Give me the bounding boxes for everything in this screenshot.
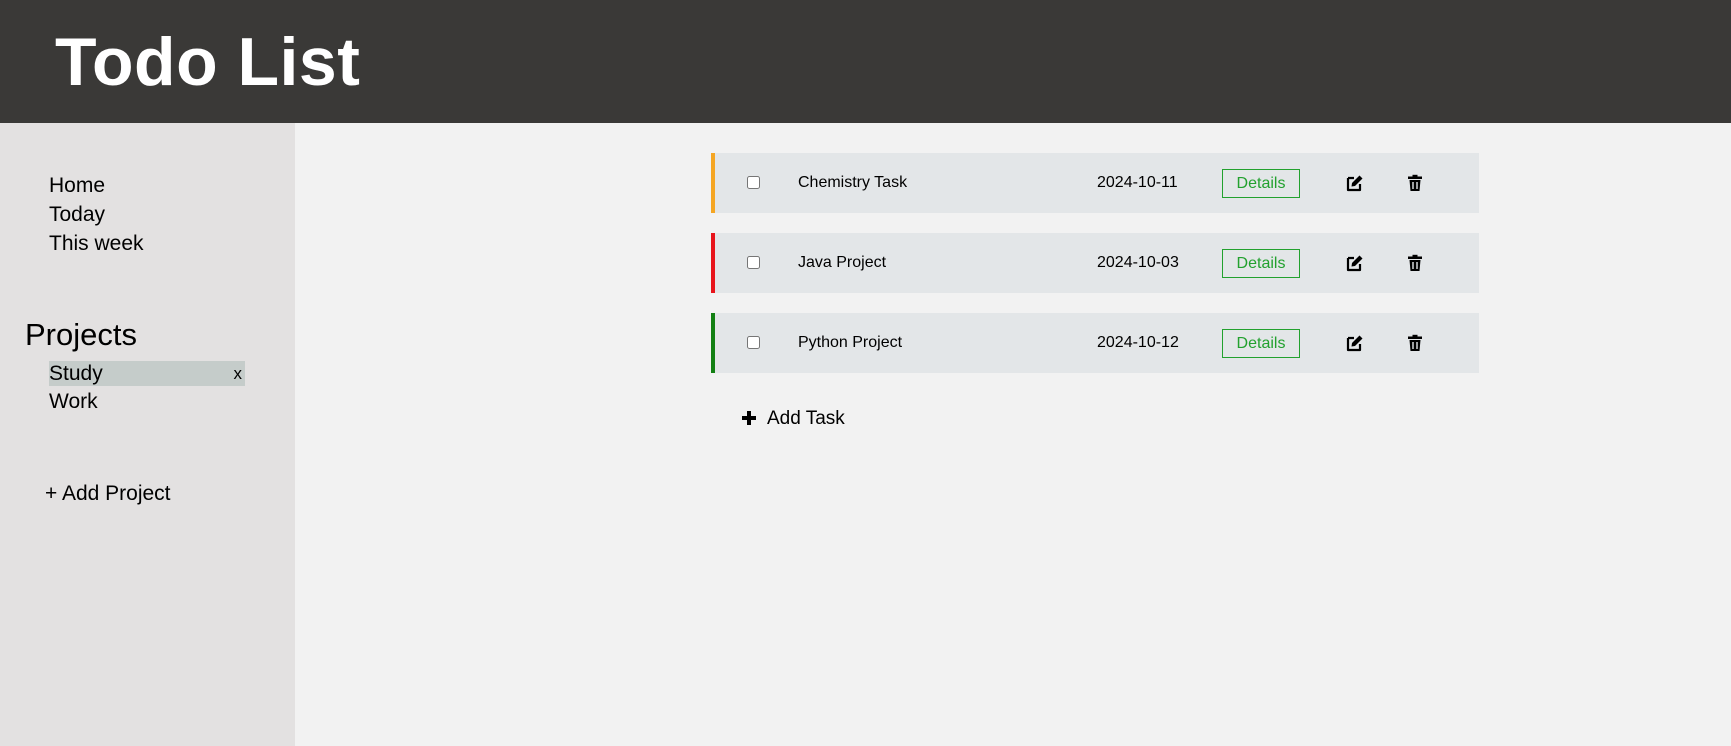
delete-project-button[interactable]: x (234, 361, 243, 386)
app-title: Todo List (55, 24, 361, 100)
nav-item-home[interactable]: Home (49, 173, 105, 199)
task-row: Chemistry Task 2024-10-11 Details (711, 153, 1479, 213)
task-row: Java Project 2024-10-03 Details (711, 233, 1479, 293)
edit-icon[interactable] (1345, 173, 1365, 193)
task-name: Chemistry Task (798, 174, 908, 191)
project-item-work[interactable]: Work (49, 389, 245, 414)
task-area: Chemistry Task 2024-10-11 Details Java P… (295, 123, 1731, 746)
edit-icon[interactable] (1345, 333, 1365, 353)
projects-heading: Projects (25, 317, 137, 352)
plus-icon (742, 411, 756, 425)
trash-icon[interactable] (1405, 173, 1425, 193)
edit-icon[interactable] (1345, 253, 1365, 273)
add-task-label: Add Task (767, 408, 845, 429)
project-item-label: Work (49, 390, 98, 413)
task-checkbox[interactable] (747, 336, 760, 349)
nav-item-today[interactable]: Today (49, 202, 105, 228)
task-date: 2024-10-11 (1097, 174, 1178, 191)
project-item-label: Study (49, 362, 103, 385)
details-button[interactable]: Details (1222, 169, 1300, 198)
details-button[interactable]: Details (1222, 249, 1300, 278)
task-date: 2024-10-03 (1097, 254, 1179, 271)
add-project-button[interactable]: + Add Project (45, 481, 171, 507)
task-checkbox[interactable] (747, 256, 760, 269)
trash-icon[interactable] (1405, 333, 1425, 353)
task-checkbox[interactable] (747, 176, 760, 189)
task-name: Python Project (798, 334, 903, 351)
nav-item-this-week[interactable]: This week (49, 231, 144, 257)
header: Todo List (0, 0, 1731, 123)
project-item-study[interactable]: Study x (49, 361, 245, 386)
sidebar: Home Today This week Projects Study x Wo… (0, 123, 295, 746)
details-button[interactable]: Details (1222, 329, 1300, 358)
task-row: Python Project 2024-10-12 Details (711, 313, 1479, 373)
task-name: Java Project (798, 254, 887, 271)
task-date: 2024-10-12 (1097, 334, 1179, 351)
trash-icon[interactable] (1405, 253, 1425, 273)
